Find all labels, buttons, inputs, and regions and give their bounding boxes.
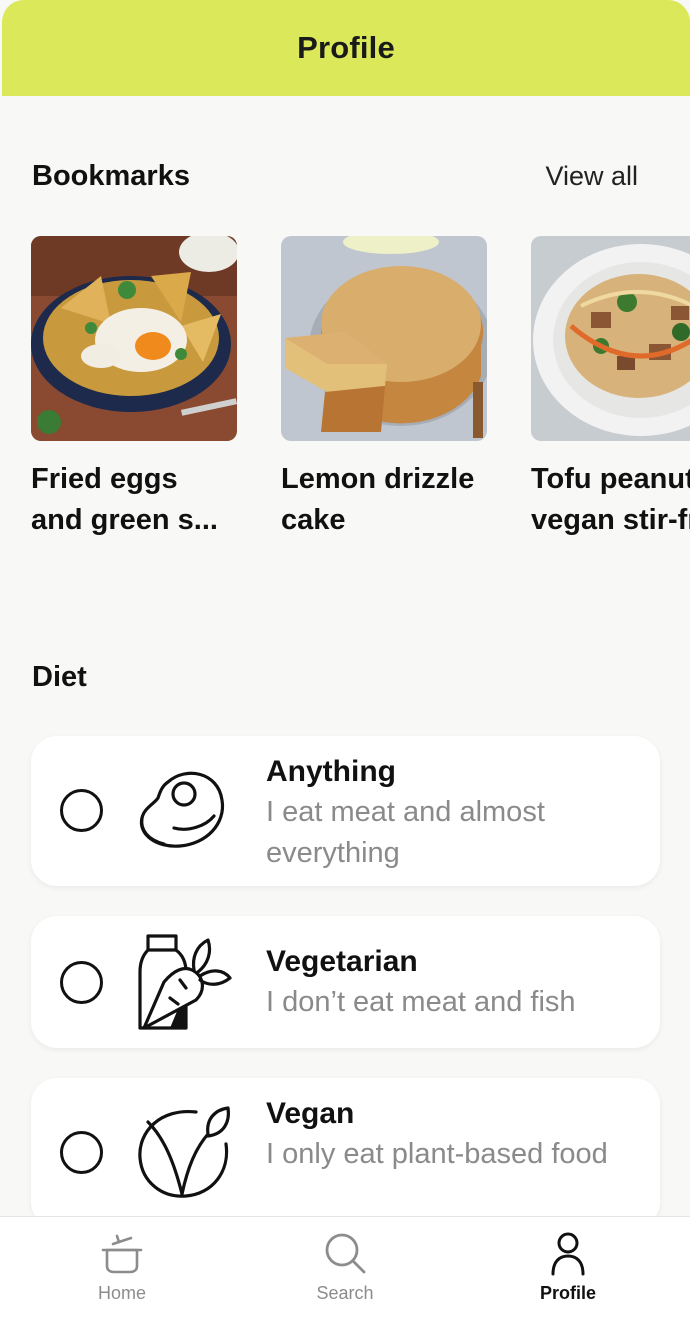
radio-button[interactable] [60, 961, 103, 1004]
diet-header: Diet [32, 661, 638, 694]
tab-label: Profile [539, 1283, 596, 1303]
diet-name: Vegan [266, 1097, 355, 1130]
profile-screen: Profile Bookmarks View all Fried eggs an… [0, 0, 690, 1325]
page-title: Profile [297, 30, 395, 65]
steak-icon [134, 760, 234, 860]
radio-button[interactable] [60, 1131, 103, 1174]
top-bar: Profile [2, 0, 690, 96]
bookmark-card[interactable]: Tofu peanut vegan stir-fry [531, 236, 690, 541]
bookmark-card[interactable]: Lemon drizzle cake [281, 236, 487, 541]
radio-button[interactable] [60, 789, 103, 832]
tab-search[interactable]: Search [270, 1217, 420, 1325]
diet-name: Anything [266, 755, 396, 788]
person-icon [545, 1230, 591, 1276]
bookmarks-heading: Bookmarks [32, 160, 190, 192]
recipe-image [31, 236, 237, 441]
vegan-leaf-icon [134, 1102, 234, 1202]
diet-option-vegan[interactable]: Vegan I only eat plant-based food [31, 1078, 660, 1228]
diet-description: I eat meat and almost everything [266, 796, 545, 869]
search-icon [322, 1230, 368, 1276]
bookmarks-header: Bookmarks View all [32, 160, 638, 193]
bottom-tab-bar: Home Search Profile [0, 1216, 690, 1325]
diet-description: I only eat plant-based food [266, 1138, 608, 1170]
diet-description: I don’t eat meat and fish [266, 986, 576, 1018]
diet-heading: Diet [32, 661, 87, 693]
recipe-title: Lemon drizzle cake [281, 463, 475, 536]
bookmarks-carousel[interactable]: Fried eggs and green s... Lemon drizzle … [31, 236, 690, 556]
recipe-image [281, 236, 487, 441]
recipe-title: Fried eggs and green s... [31, 463, 218, 536]
diet-name: Vegetarian [266, 945, 418, 978]
tab-home[interactable]: Home [47, 1217, 197, 1325]
tab-profile[interactable]: Profile [493, 1217, 643, 1325]
milk-carrot-icon [134, 932, 234, 1032]
diet-option-vegetarian[interactable]: Vegetarian I don’t eat meat and fish [31, 916, 660, 1048]
view-all-link[interactable]: View all [545, 161, 638, 192]
recipe-title: Tofu peanut vegan stir-fry [531, 463, 690, 536]
bookmark-card[interactable]: Fried eggs and green s... [31, 236, 237, 541]
tab-label: Home [97, 1283, 146, 1303]
diet-option-anything[interactable]: Anything I eat meat and almost everythin… [31, 736, 660, 886]
pot-icon [99, 1230, 145, 1276]
tab-label: Search [316, 1283, 374, 1303]
recipe-image [531, 236, 690, 441]
